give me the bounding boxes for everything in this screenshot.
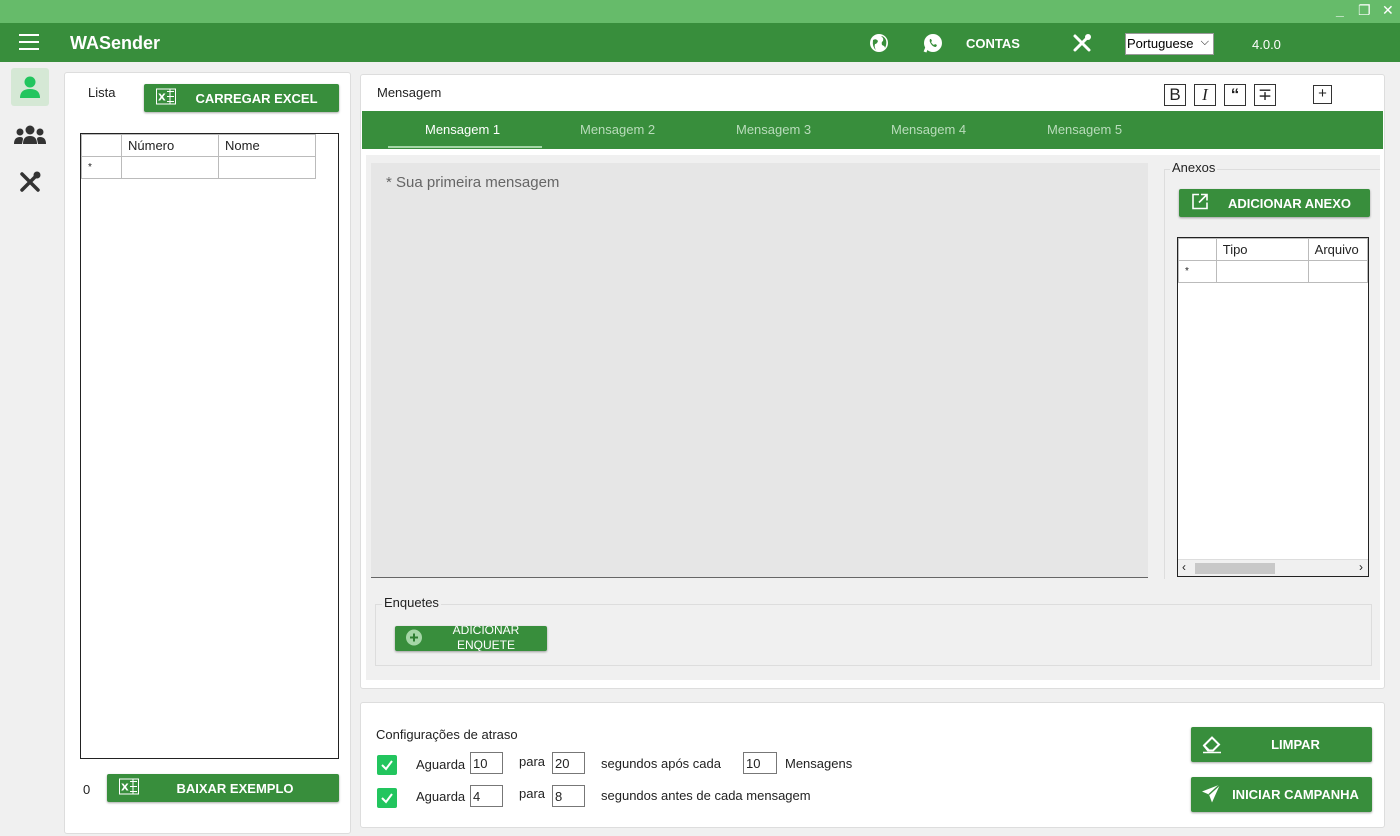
- to-label: para: [519, 786, 546, 801]
- new-row-marker: *: [81, 156, 122, 179]
- delay-after-max-input[interactable]: 20: [552, 752, 585, 774]
- messages-label: Mensagens: [785, 756, 853, 771]
- language-select[interactable]: Portuguese ⌵: [1125, 33, 1214, 55]
- quote-icon[interactable]: “: [1224, 84, 1246, 106]
- delay-before-checkbox[interactable]: [377, 788, 397, 808]
- language-value: Portuguese: [1127, 36, 1194, 51]
- to-label: para: [519, 754, 546, 769]
- message-title: Mensagem: [377, 85, 442, 100]
- message-placeholder: * Sua primeira mensagem: [386, 174, 560, 191]
- italic-icon[interactable]: I: [1194, 84, 1216, 106]
- row-header-cell: [81, 134, 122, 157]
- list-title: Lista: [88, 85, 116, 100]
- bold-icon[interactable]: B: [1164, 84, 1186, 106]
- start-campaign-button[interactable]: INICIAR CAMPANHA: [1191, 777, 1372, 812]
- delay-before-min-input[interactable]: 4: [470, 785, 503, 807]
- column-header-tipo[interactable]: Tipo: [1215, 238, 1309, 261]
- sidebar-item-contacts[interactable]: [11, 68, 49, 106]
- version-label: 4.0.0: [1252, 37, 1281, 52]
- table-cell[interactable]: [1215, 260, 1309, 283]
- user-icon: [20, 76, 40, 98]
- tab-mensagem-2[interactable]: Mensagem 2: [580, 122, 655, 137]
- wait-label: Aguarda: [416, 789, 466, 804]
- sidebar-item-groups[interactable]: [11, 116, 49, 154]
- table-cell[interactable]: [121, 156, 219, 179]
- window-titlebar: _ ❐ ✕: [0, 0, 1400, 23]
- contact-list-panel: Lista X CARREGAR EXCEL Número Nome * 0 X…: [64, 72, 351, 834]
- delay-before-max-input[interactable]: 8: [552, 785, 585, 807]
- load-excel-button[interactable]: X CARREGAR EXCEL: [144, 84, 339, 112]
- delay-after-min-input[interactable]: 10: [470, 752, 503, 774]
- clear-button[interactable]: LIMPAR: [1191, 727, 1372, 762]
- messages-count-input[interactable]: 10: [743, 752, 777, 774]
- chevron-down-icon: ⌵: [1200, 36, 1209, 48]
- contact-count: 0: [83, 782, 91, 797]
- tools-icon: [20, 171, 41, 192]
- app-header: WASender CONTAS Portuguese ⌵ 4.0.0: [0, 23, 1400, 62]
- delay-after-checkbox[interactable]: [377, 755, 397, 775]
- accounts-button[interactable]: CONTAS: [966, 36, 1020, 51]
- table-row[interactable]: *: [81, 156, 316, 179]
- contacts-grid[interactable]: Número Nome *: [80, 133, 339, 759]
- table-cell[interactable]: [1307, 260, 1368, 283]
- add-poll-button[interactable]: ADICIONAR ENQUETE: [395, 626, 547, 651]
- message-textarea[interactable]: * Sua primeira mensagem: [371, 163, 1148, 578]
- column-header-arquivo[interactable]: Arquivo: [1307, 238, 1368, 261]
- tab-mensagem-3[interactable]: Mensagem 3: [736, 122, 811, 137]
- check-icon: [381, 793, 393, 804]
- globe-icon[interactable]: [868, 32, 890, 54]
- chevron-right-icon[interactable]: ›: [1359, 560, 1363, 574]
- column-header-numero[interactable]: Número: [121, 134, 219, 157]
- horizontal-scrollbar[interactable]: ‹ ›: [1178, 559, 1368, 576]
- table-cell[interactable]: [218, 156, 316, 179]
- group-icon: [14, 125, 46, 144]
- scrollbar-thumb[interactable]: [1195, 563, 1275, 574]
- minimize-icon[interactable]: _: [1336, 2, 1344, 18]
- attachments-title: Anexos: [1170, 160, 1218, 175]
- seconds-before-label: segundos antes de cada mensagem: [601, 788, 811, 803]
- app-title: WASender: [70, 33, 161, 53]
- active-tab-indicator: [388, 146, 542, 148]
- table-row[interactable]: *: [1178, 260, 1368, 283]
- column-header-nome[interactable]: Nome: [218, 134, 316, 157]
- row-header-cell: [1178, 238, 1217, 261]
- attachments-grid[interactable]: Tipo Arquivo * ‹ ›: [1177, 237, 1369, 577]
- tab-mensagem-4[interactable]: Mensagem 4: [891, 122, 966, 137]
- strikethrough-icon[interactable]: ∓: [1254, 84, 1276, 106]
- close-icon[interactable]: ✕: [1382, 2, 1394, 19]
- seconds-after-label: segundos após cada: [601, 756, 721, 771]
- polls-title: Enquetes: [382, 595, 441, 610]
- check-icon: [381, 760, 393, 771]
- add-attachment-button[interactable]: ADICIONAR ANEXO: [1179, 189, 1370, 217]
- wait-label: Aguarda: [416, 757, 466, 772]
- add-poll-label: ADICIONAR ENQUETE: [452, 626, 520, 651]
- sidebar-item-tools[interactable]: [11, 163, 49, 201]
- plus-circle-icon: [405, 628, 423, 649]
- chevron-left-icon[interactable]: ‹: [1182, 560, 1186, 574]
- message-tabs: Mensagem 1 Mensagem 2 Mensagem 3 Mensage…: [362, 111, 1383, 149]
- tab-mensagem-5[interactable]: Mensagem 5: [1047, 122, 1122, 137]
- menu-icon[interactable]: [19, 34, 39, 50]
- new-row-marker: *: [1178, 260, 1217, 283]
- whatsapp-icon[interactable]: [922, 32, 944, 54]
- delay-settings-title: Configurações de atraso: [376, 727, 518, 742]
- sidebar: [0, 62, 58, 836]
- restore-icon[interactable]: ❐: [1358, 2, 1371, 19]
- tab-mensagem-1[interactable]: Mensagem 1: [425, 122, 500, 137]
- tools-icon[interactable]: [1071, 32, 1093, 54]
- expand-icon[interactable]: +: [1313, 85, 1332, 104]
- download-example-button[interactable]: X BAIXAR EXEMPLO: [107, 774, 339, 802]
